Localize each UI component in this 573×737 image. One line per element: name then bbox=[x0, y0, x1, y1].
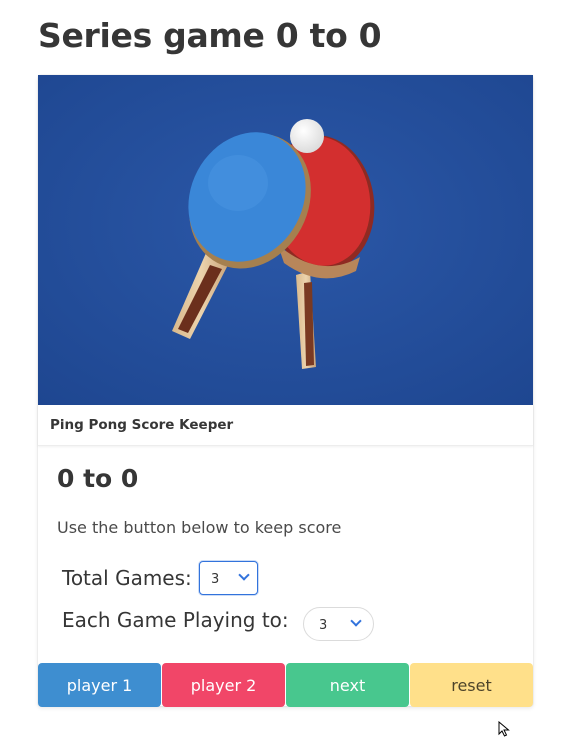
total-games-select[interactable]: 3 bbox=[199, 561, 258, 595]
card-header: Ping Pong Score Keeper bbox=[38, 405, 533, 446]
chevron-down-icon bbox=[238, 569, 250, 581]
ping-pong-image bbox=[38, 75, 533, 405]
game-playing-to-value: 3 bbox=[319, 618, 328, 633]
player-1-button[interactable]: player 1 bbox=[38, 663, 161, 707]
paddles-illustration bbox=[38, 75, 533, 405]
next-button[interactable]: next bbox=[286, 663, 409, 707]
page-title: Series game 0 to 0 bbox=[38, 16, 382, 55]
game-playing-to-label: Each Game Playing to: bbox=[62, 608, 289, 632]
score-display: 0 to 0 bbox=[57, 464, 139, 493]
instructions-text: Use the button below to keep score bbox=[57, 518, 342, 537]
card-header-title: Ping Pong Score Keeper bbox=[50, 417, 234, 433]
total-games-label: Total Games: bbox=[62, 566, 192, 590]
card-footer: player 1 player 2 next reset bbox=[38, 663, 533, 707]
mouse-cursor-icon bbox=[498, 721, 510, 737]
reset-button[interactable]: reset bbox=[410, 663, 533, 707]
game-playing-to-select[interactable]: 3 bbox=[303, 607, 374, 641]
ping-pong-ball bbox=[290, 119, 324, 153]
total-games-value: 3 bbox=[211, 572, 220, 587]
chevron-down-icon bbox=[350, 615, 362, 627]
player-2-button[interactable]: player 2 bbox=[162, 663, 285, 707]
score-keeper-card: Ping Pong Score Keeper 0 to 0 Use the bu… bbox=[38, 75, 533, 707]
